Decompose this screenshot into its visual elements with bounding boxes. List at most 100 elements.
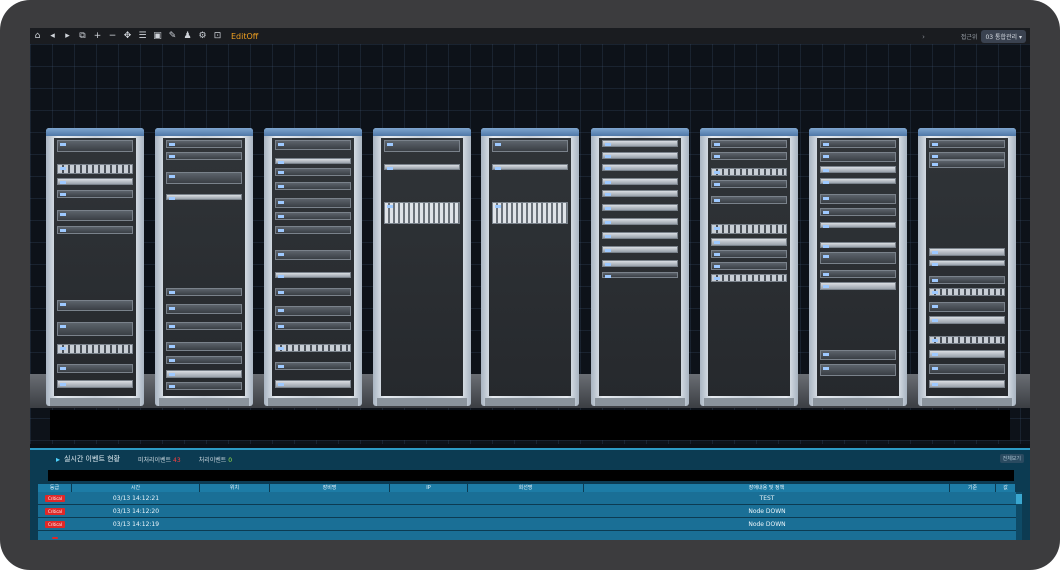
server-unit[interactable] (275, 168, 351, 176)
rack-1[interactable] (46, 128, 144, 406)
server-unit[interactable] (57, 210, 133, 221)
server-unit[interactable] (820, 252, 896, 264)
step-back-icon[interactable]: ◂ (45, 28, 60, 44)
server-unit[interactable] (820, 282, 896, 290)
copy-icon[interactable]: ⧉ (75, 28, 90, 44)
col-ip[interactable]: IP (390, 484, 468, 492)
server-unit[interactable] (820, 208, 896, 216)
server-unit[interactable] (711, 180, 787, 188)
server-unit[interactable] (711, 196, 787, 204)
server-unit[interactable] (820, 140, 896, 148)
table-row-partial[interactable] (38, 531, 1016, 540)
blade-chassis[interactable] (384, 202, 460, 224)
export-icon[interactable]: ⊡ (210, 28, 225, 44)
server-unit[interactable] (384, 140, 460, 152)
server-unit[interactable] (57, 300, 133, 311)
switch-unit[interactable] (711, 224, 787, 234)
rack-5[interactable] (481, 128, 579, 406)
scroll-thumb[interactable] (1016, 494, 1022, 504)
server-unit[interactable] (275, 140, 351, 150)
server-unit[interactable] (275, 288, 351, 296)
server-unit[interactable] (166, 172, 242, 184)
switch-unit[interactable] (929, 336, 1005, 344)
remove-icon[interactable]: − (105, 28, 120, 44)
server-unit[interactable] (820, 350, 896, 360)
server-unit[interactable] (820, 178, 896, 184)
rack-canvas[interactable] (30, 44, 1030, 444)
server-unit[interactable] (711, 238, 787, 246)
server-unit[interactable] (929, 350, 1005, 358)
switch-unit[interactable] (57, 164, 133, 174)
user-icon[interactable]: ♟ (180, 28, 195, 44)
col-location[interactable]: 위치 (200, 484, 270, 492)
server-unit[interactable] (57, 322, 133, 336)
server-unit[interactable] (166, 304, 242, 314)
server-unit[interactable] (929, 248, 1005, 256)
server-unit[interactable] (820, 194, 896, 204)
server-unit[interactable] (166, 152, 242, 160)
server-unit[interactable] (820, 152, 896, 162)
server-unit[interactable] (57, 178, 133, 185)
chevron-right-icon[interactable]: › (922, 33, 925, 41)
switch-unit[interactable] (275, 344, 351, 352)
server-unit[interactable] (275, 322, 351, 330)
add-icon[interactable]: + (90, 28, 105, 44)
rack-7[interactable] (700, 128, 798, 406)
server-unit[interactable] (929, 380, 1005, 388)
server-unit[interactable] (275, 158, 351, 164)
server-unit[interactable] (57, 226, 133, 234)
server-unit[interactable] (929, 364, 1005, 374)
server-unit[interactable] (57, 380, 133, 388)
blank-panel[interactable] (166, 194, 242, 200)
server-unit[interactable] (602, 232, 678, 239)
filter-bar[interactable] (48, 470, 1014, 481)
server-unit[interactable] (275, 182, 351, 190)
col-level[interactable]: 등급 (38, 484, 72, 492)
col-content[interactable]: 장애내용 및 정책 (584, 484, 950, 492)
rack-4[interactable] (373, 128, 471, 406)
layout-select[interactable]: 03 통합관리 ▾ (981, 30, 1026, 43)
server-unit[interactable] (166, 356, 242, 364)
table-row[interactable]: Critical 03/13 14:12:19 Node DOWN (38, 518, 1016, 531)
server-unit[interactable] (275, 212, 351, 220)
rack-2[interactable] (155, 128, 253, 406)
server-unit[interactable] (820, 270, 896, 278)
home-icon[interactable]: ⌂ (30, 28, 45, 44)
server-unit[interactable] (57, 364, 133, 373)
server-unit[interactable] (57, 190, 133, 198)
server-unit[interactable] (602, 246, 678, 253)
server-unit[interactable] (711, 250, 787, 258)
server-unit[interactable] (166, 382, 242, 390)
table-scrollbar[interactable] (1016, 492, 1022, 540)
server-unit[interactable] (166, 140, 242, 148)
server-unit[interactable] (711, 262, 787, 270)
server-unit[interactable] (275, 306, 351, 316)
server-unit[interactable] (275, 380, 351, 388)
col-line[interactable]: 회선명 (468, 484, 584, 492)
server-unit[interactable] (602, 178, 678, 185)
grid-icon[interactable]: ☰ (135, 28, 150, 44)
blank-panel[interactable] (820, 242, 896, 248)
col-device[interactable]: 장비명 (270, 484, 390, 492)
server-unit[interactable] (820, 364, 896, 376)
server-unit[interactable] (492, 140, 568, 152)
server-unit[interactable] (929, 140, 1005, 148)
blade-chassis[interactable] (492, 202, 568, 224)
server-unit[interactable] (820, 222, 896, 228)
switch-unit[interactable] (929, 288, 1005, 296)
server-unit[interactable] (166, 370, 242, 378)
server-unit[interactable] (711, 152, 787, 160)
col-threshold[interactable]: 기준 (950, 484, 996, 492)
rack-8[interactable] (809, 128, 907, 406)
server-unit[interactable] (929, 316, 1005, 324)
switch-unit[interactable] (711, 168, 787, 176)
server-unit[interactable] (166, 288, 242, 296)
server-unit[interactable] (929, 302, 1005, 312)
server-unit[interactable] (602, 204, 678, 211)
switch-unit[interactable] (711, 274, 787, 282)
blank-panel[interactable] (929, 260, 1005, 266)
server-unit[interactable] (602, 218, 678, 225)
user-add-icon[interactable]: ✎ (165, 28, 180, 44)
server-unit[interactable] (602, 164, 678, 171)
server-unit[interactable] (275, 198, 351, 208)
